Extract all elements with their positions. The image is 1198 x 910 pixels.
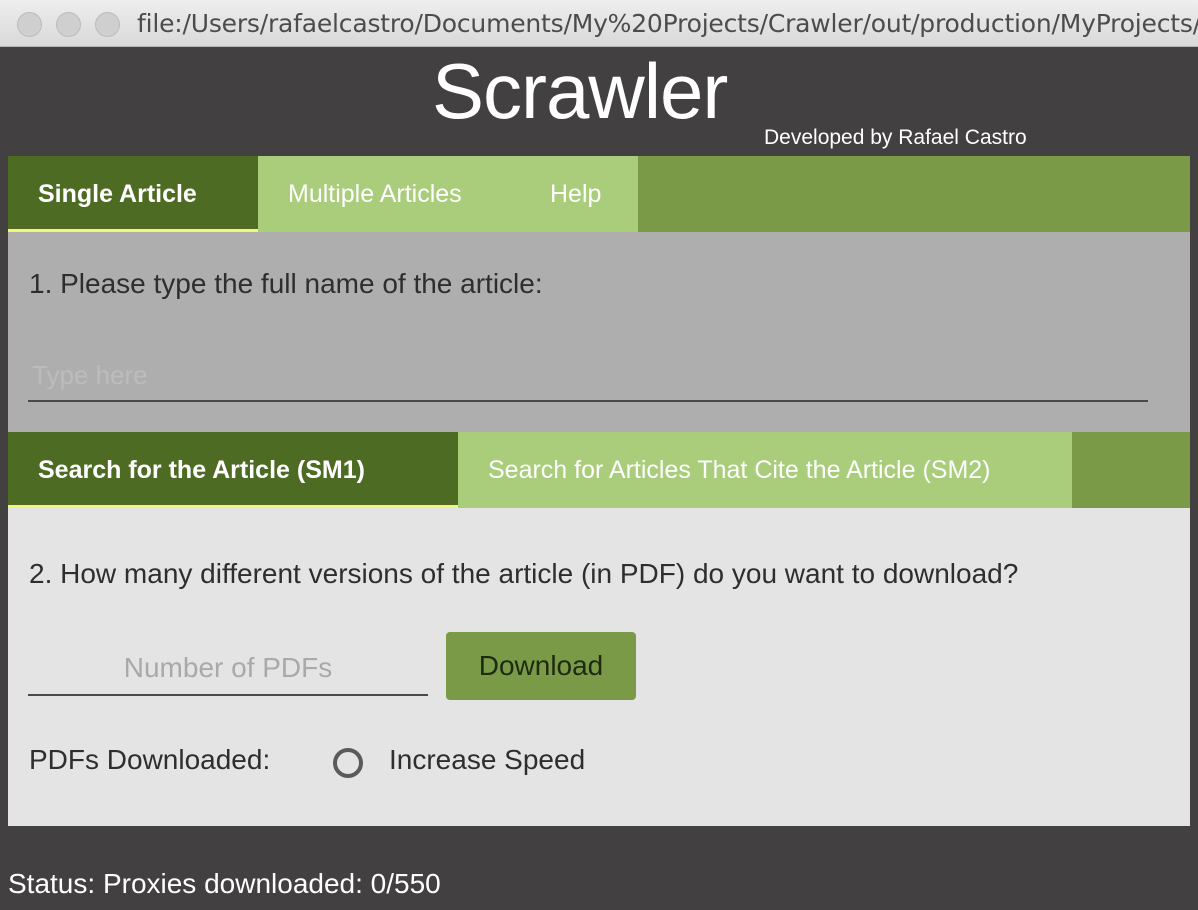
tab-search-article-sm1[interactable]: Search for the Article (SM1) [8, 432, 458, 508]
window-url: file:/Users/rafaelcastro/Documents/My%20… [137, 9, 1198, 38]
radio-unchecked-icon[interactable] [333, 748, 363, 778]
article-name-prompt: 1. Please type the full name of the arti… [29, 268, 543, 299]
status-text: Status: Proxies downloaded: 0/550 [8, 868, 441, 899]
pdf-count-input[interactable] [28, 642, 428, 696]
main-tab-bar: Single Article Multiple Articles Help [8, 156, 1190, 232]
zoom-window-icon[interactable] [95, 12, 120, 37]
app-title: Scrawler [432, 47, 728, 135]
tab-search-citing-articles-sm2[interactable]: Search for Articles That Cite the Articl… [458, 432, 1072, 508]
increase-speed-label[interactable]: Increase Speed [389, 744, 585, 776]
tab-single-article[interactable]: Single Article [8, 156, 258, 232]
pdf-count-prompt: 2. How many different versions of the ar… [29, 558, 1019, 589]
close-window-icon[interactable] [17, 12, 42, 37]
download-button[interactable]: Download [446, 632, 636, 700]
article-name-input[interactable] [28, 350, 1148, 402]
window-titlebar: file:/Users/rafaelcastro/Documents/My%20… [0, 0, 1198, 47]
developer-credit: Developed by Rafael Castro [764, 126, 1027, 149]
tab-multiple-articles[interactable]: Multiple Articles [258, 156, 520, 232]
minimize-window-icon[interactable] [56, 12, 81, 37]
article-name-panel: 1. Please type the full name of the arti… [8, 232, 1190, 432]
pdfs-downloaded-label: PDFs Downloaded: [29, 744, 271, 775]
download-panel: 2. How many different versions of the ar… [8, 508, 1190, 826]
search-mode-tab-bar: Search for the Article (SM1) Search for … [8, 432, 1190, 508]
tab-help[interactable]: Help [520, 156, 638, 232]
